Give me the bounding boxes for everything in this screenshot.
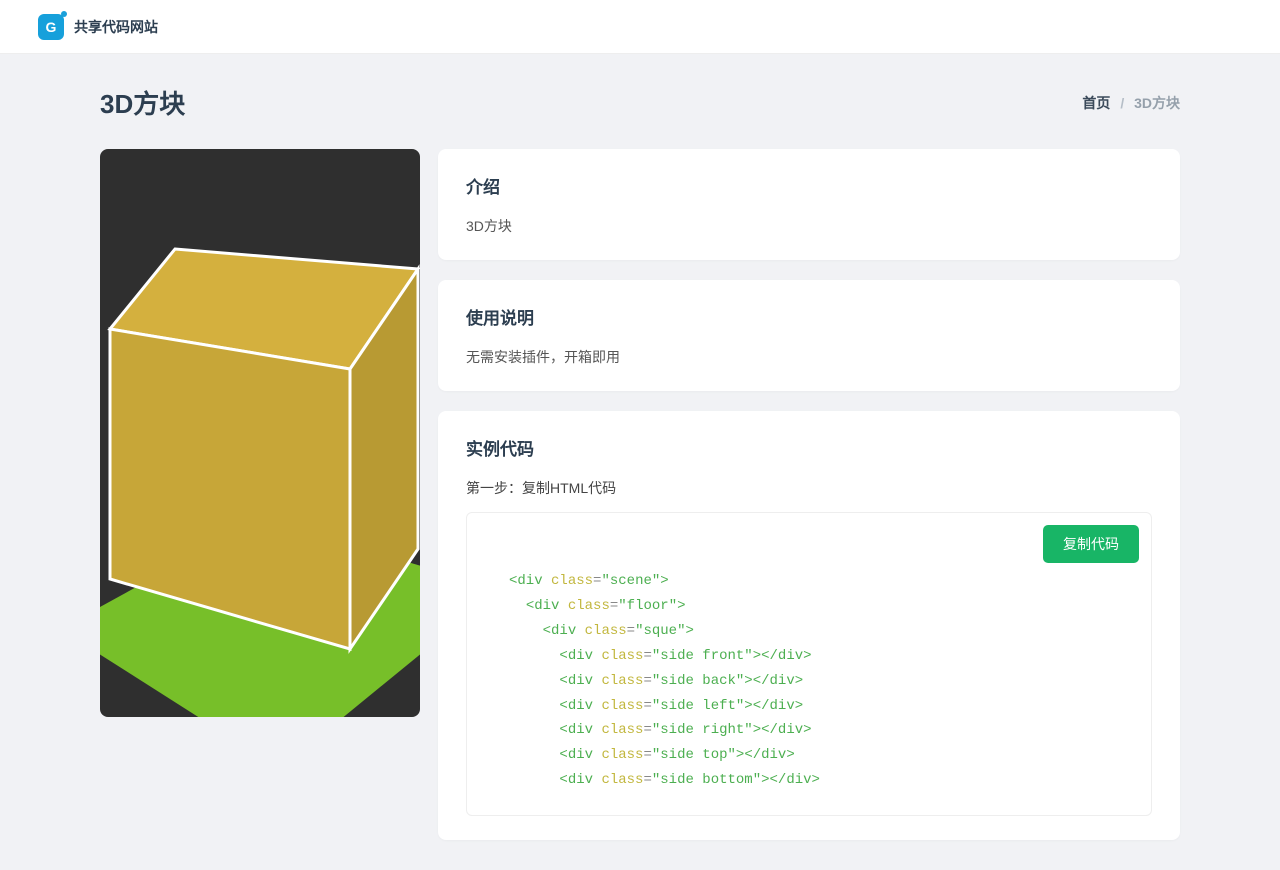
code-line: <div class="side bottom"></div> <box>509 768 1129 793</box>
breadcrumb-home[interactable]: 首页 <box>1082 95 1110 111</box>
code-line: <div class="side right"></div> <box>509 718 1129 743</box>
example-heading: 实例代码 <box>466 435 1152 460</box>
usage-heading: 使用说明 <box>466 304 1152 329</box>
breadcrumb: 首页 / 3D方块 <box>1082 93 1180 113</box>
copy-code-button[interactable]: 复制代码 <box>1043 525 1139 563</box>
code-line: <div class="side top"></div> <box>509 743 1129 768</box>
top-bar: G 共享代码网站 <box>0 0 1280 54</box>
logo[interactable]: G 共享代码网站 <box>38 14 158 40</box>
content-layout: 介绍 3D方块 使用说明 无需安装插件，开箱即用 实例代码 第一步：复制HTML… <box>100 149 1180 840</box>
breadcrumb-current: 3D方块 <box>1134 95 1180 111</box>
page-header: 3D方块 首页 / 3D方块 <box>100 84 1180 121</box>
code-line: <div class="side front"></div> <box>509 644 1129 669</box>
main-container: 3D方块 首页 / 3D方块 介绍 3D方块 使用说明 <box>60 54 1220 870</box>
cube-illustration <box>100 149 420 717</box>
code-line: <div class="scene"> <box>509 569 1129 594</box>
code-block: 复制代码 <div class="scene"> <div class="flo… <box>466 512 1152 816</box>
intro-heading: 介绍 <box>466 173 1152 198</box>
usage-card: 使用说明 无需安装插件，开箱即用 <box>438 280 1180 391</box>
site-name: 共享代码网站 <box>74 17 158 37</box>
code-line: <div class="side left"></div> <box>509 694 1129 719</box>
code-line: <div class="floor"> <box>509 594 1129 619</box>
right-column: 介绍 3D方块 使用说明 无需安装插件，开箱即用 实例代码 第一步：复制HTML… <box>438 149 1180 840</box>
example-card: 实例代码 第一步：复制HTML代码 复制代码 <div class="scene… <box>438 411 1180 840</box>
example-step: 第一步：复制HTML代码 <box>466 478 1152 498</box>
intro-card: 介绍 3D方块 <box>438 149 1180 260</box>
page-title: 3D方块 <box>100 84 185 121</box>
usage-text: 无需安装插件，开箱即用 <box>466 347 1152 367</box>
code-line: <div class="side back"></div> <box>509 669 1129 694</box>
breadcrumb-separator: / <box>1120 95 1124 111</box>
preview-panel <box>100 149 420 717</box>
logo-icon: G <box>38 14 64 40</box>
code-line: <div class="sque"> <box>509 619 1129 644</box>
intro-text: 3D方块 <box>466 216 1152 236</box>
code-content: <div class="scene"> <div class="floor"> … <box>509 569 1129 793</box>
